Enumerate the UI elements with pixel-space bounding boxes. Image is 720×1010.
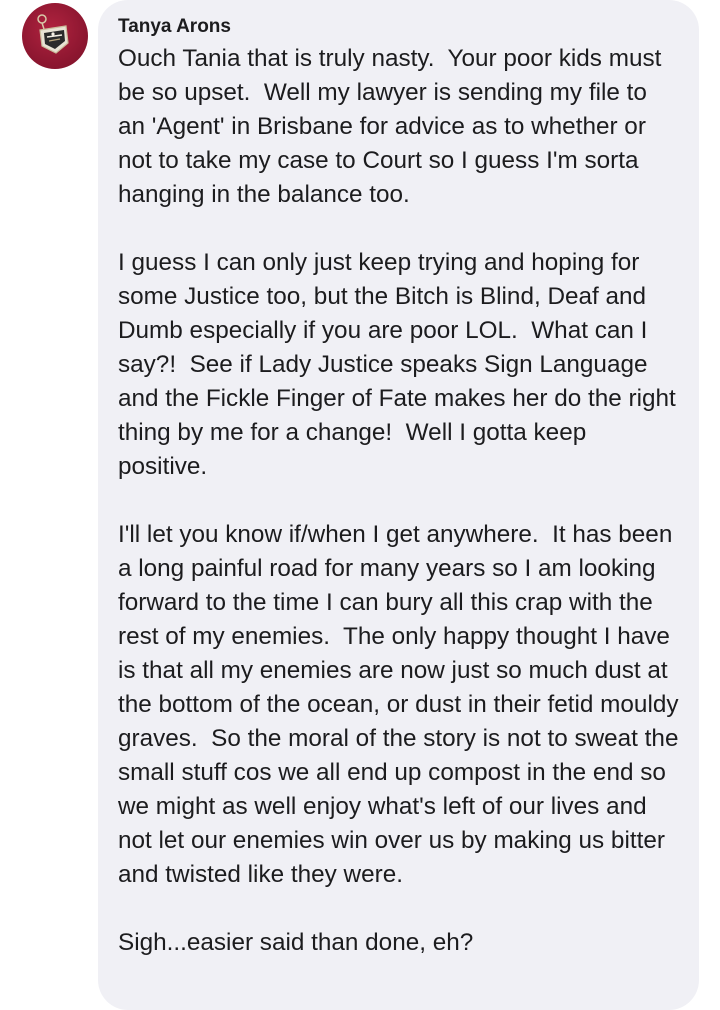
pendant-charm-icon bbox=[37, 14, 69, 54]
comment-paragraph: Sigh...easier said than done, eh? bbox=[118, 929, 474, 956]
comment-message: Ouch Tania that is truly nasty. Your poo… bbox=[118, 42, 679, 960]
avatar[interactable] bbox=[22, 3, 88, 69]
comment-paragraph: Ouch Tania that is truly nasty. Your poo… bbox=[118, 45, 669, 208]
comment-author[interactable]: Tanya Arons bbox=[118, 14, 679, 40]
comment-bubble: Tanya Arons Ouch Tania that is truly nas… bbox=[98, 0, 699, 1010]
comment-paragraph: I'll let you know if/when I get anywhere… bbox=[118, 521, 686, 888]
comment-paragraph: I guess I can only just keep trying and … bbox=[118, 249, 683, 480]
